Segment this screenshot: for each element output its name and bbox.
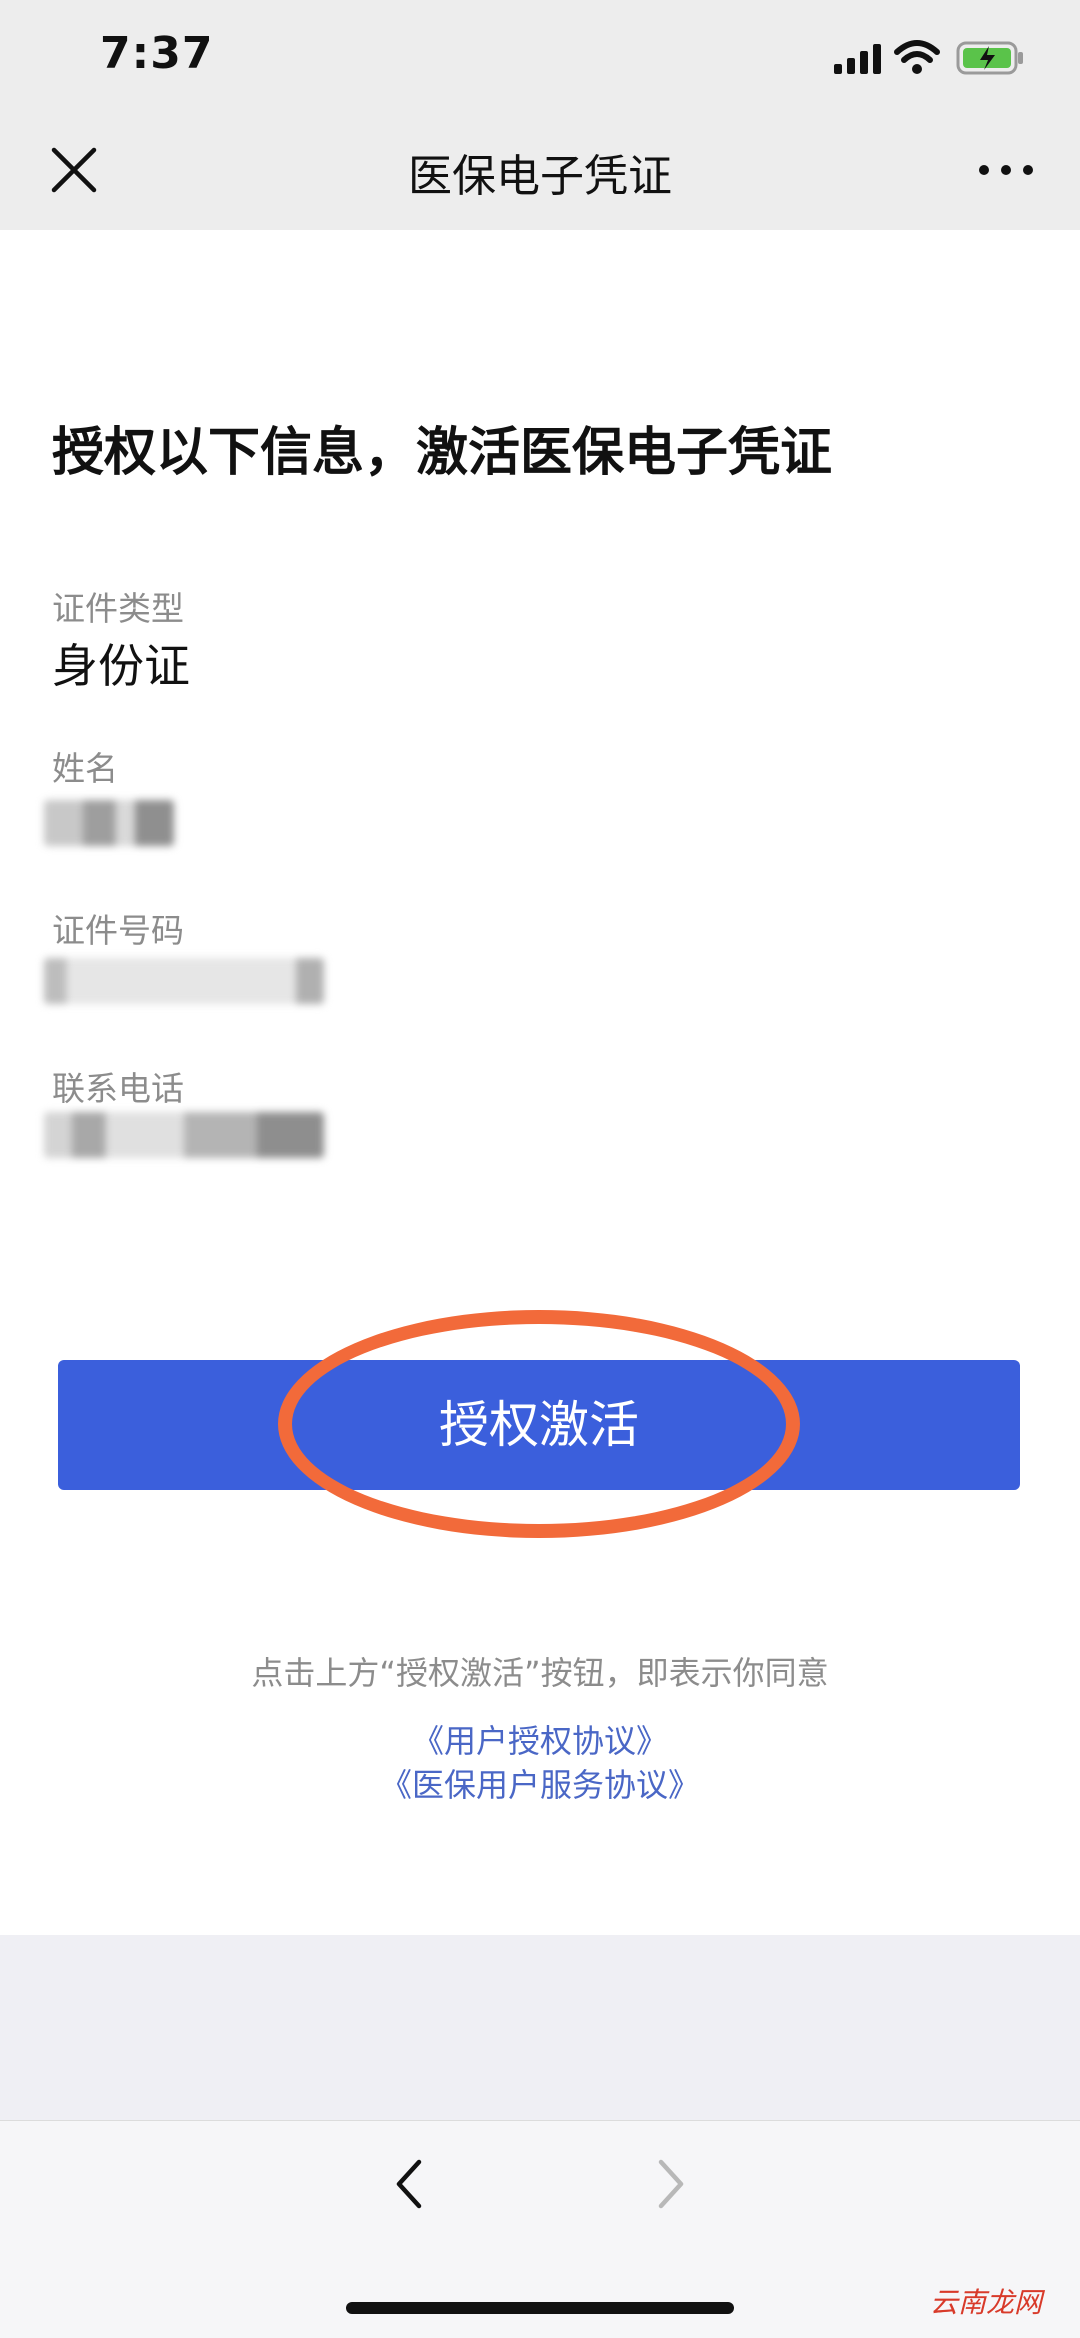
back-arrow-icon[interactable] <box>385 2156 435 2212</box>
page-title: 医保电子凭证 <box>408 151 672 202</box>
name-label: 姓名 <box>52 749 118 788</box>
authorize-activate-button[interactable]: 授权激活 <box>58 1360 1020 1490</box>
medical-insurance-service-agreement-link[interactable]: 《医保用户服务协议》 <box>0 1760 1080 1806</box>
status-time: 7:37 <box>100 28 214 79</box>
more-icon[interactable] <box>976 150 1036 190</box>
phone-value-redacted <box>44 1112 324 1158</box>
forward-arrow-icon[interactable] <box>645 2156 695 2212</box>
auth-heading: 授权以下信息，激活医保电子凭证 <box>52 423 833 483</box>
wifi-icon <box>894 40 940 74</box>
home-indicator <box>346 2302 734 2314</box>
id-number-value-redacted <box>44 958 324 1004</box>
signal-icon <box>834 44 881 74</box>
id-type-label: 证件类型 <box>52 589 184 628</box>
watermark: 云南龙网 <box>929 2286 1042 2319</box>
battery-charging-icon <box>956 41 1023 75</box>
id-type-value: 身份证 <box>52 639 190 693</box>
name-value-redacted <box>44 800 174 846</box>
phone-label: 联系电话 <box>52 1069 184 1108</box>
consent-notice: 点击上方“授权激活”按钮，即表示你同意 <box>251 1654 829 1692</box>
user-authorization-agreement-link[interactable]: 《用户授权协议》 <box>0 1716 1080 1762</box>
id-number-label: 证件号码 <box>52 911 184 950</box>
